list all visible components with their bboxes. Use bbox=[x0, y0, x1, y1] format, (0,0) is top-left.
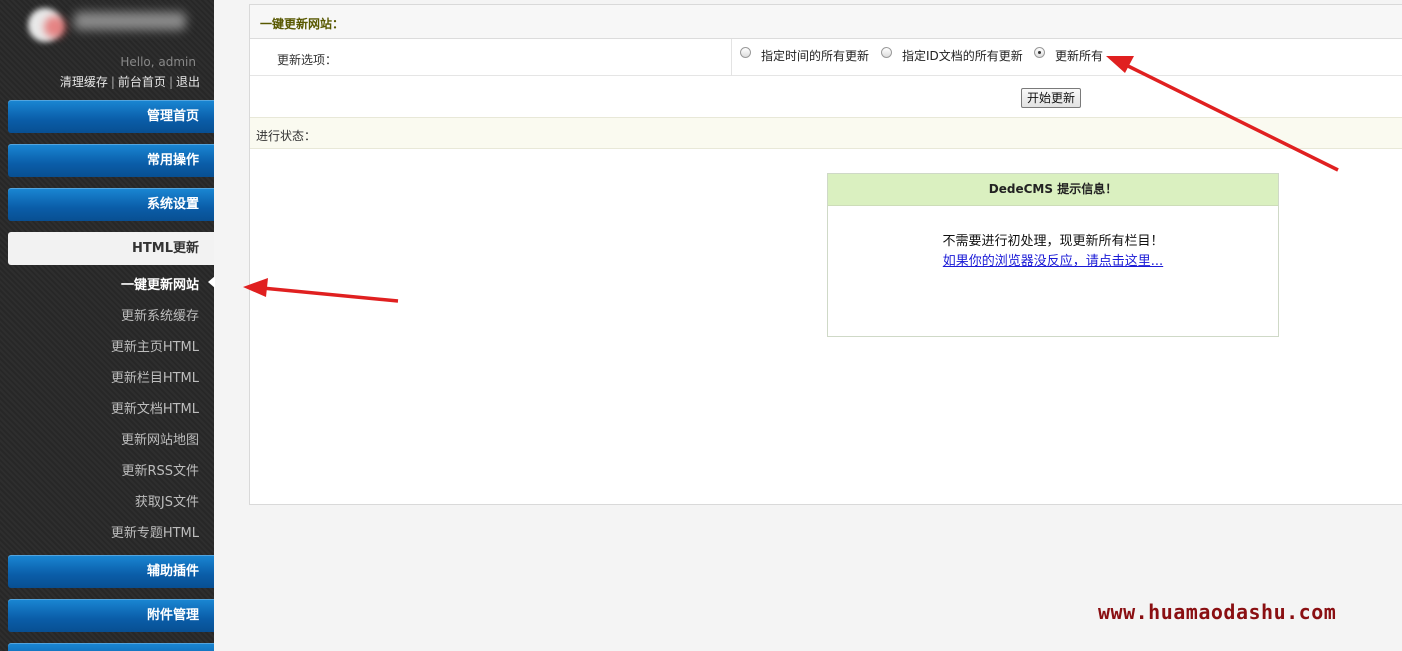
radio-button[interactable] bbox=[881, 47, 892, 58]
page-title: 一键更新网站： bbox=[260, 17, 345, 31]
menu-common-ops[interactable]: 常用操作 bbox=[8, 144, 214, 177]
message-title: DedeCMS 提示信息！ bbox=[828, 174, 1278, 206]
status-row: 进行状态： bbox=[250, 117, 1402, 149]
logout-link[interactable]: 退出 bbox=[176, 75, 200, 89]
current-item-pointer bbox=[208, 276, 215, 288]
sub-item-update-topic[interactable]: 更新专题HTML bbox=[111, 522, 199, 541]
action-row: 开始更新 bbox=[250, 77, 1402, 117]
sub-item-update-docs[interactable]: 更新文档HTML bbox=[111, 398, 199, 417]
main-panel: 一键更新网站： 更新选项： 指定时间的所有更新 指定ID文档的所有更新 更新所有… bbox=[249, 4, 1402, 505]
sub-item-update-sitemap[interactable]: 更新网站地图 bbox=[121, 429, 199, 448]
sub-item-get-js[interactable]: 获取JS文件 bbox=[135, 491, 199, 510]
clear-cache-link[interactable]: 清理缓存 bbox=[60, 75, 108, 89]
sub-item-update-cache[interactable]: 更新系统缓存 bbox=[121, 305, 199, 324]
menu-system-settings[interactable]: 系统设置 bbox=[8, 188, 214, 221]
greeting: Hello, admin bbox=[120, 55, 196, 69]
sidebar: Hello, admin 清理缓存 | 前台首页 | 退出 管理首页 常用操作 系统设置… bbox=[0, 0, 215, 651]
menu-attachments[interactable]: 附件管理 bbox=[8, 599, 214, 632]
logo bbox=[18, 2, 208, 48]
panel-header: 一键更新网站： bbox=[250, 5, 1402, 39]
menu-html-update[interactable]: HTML更新 bbox=[8, 232, 214, 265]
frontend-home-link[interactable]: 前台首页 bbox=[118, 75, 166, 89]
radio-button[interactable] bbox=[740, 47, 751, 58]
message-box: DedeCMS 提示信息！ 不需要进行初处理，现更新所有栏目！ 如果你的浏览器没… bbox=[827, 173, 1279, 337]
update-options-row: 更新选项： 指定时间的所有更新 指定ID文档的所有更新 更新所有 bbox=[250, 39, 1402, 76]
radio-time-updates[interactable]: 指定时间的所有更新 bbox=[740, 47, 869, 64]
menu-next-partial[interactable] bbox=[8, 643, 214, 651]
menu-admin-home[interactable]: 管理首页 bbox=[8, 100, 214, 133]
start-update-button[interactable]: 开始更新 bbox=[1021, 88, 1082, 108]
radio-id-updates[interactable]: 指定ID文档的所有更新 bbox=[881, 47, 1023, 64]
sub-item-update-column[interactable]: 更新栏目HTML bbox=[111, 367, 199, 386]
radio-update-all[interactable]: 更新所有 bbox=[1034, 47, 1103, 64]
status-label: 进行状态： bbox=[256, 129, 317, 143]
sub-item-update-home[interactable]: 更新主页HTML bbox=[111, 336, 199, 355]
radio-button-checked[interactable] bbox=[1034, 47, 1045, 58]
message-redirect-link[interactable]: 如果你的浏览器没反应，请点击这里... bbox=[828, 250, 1278, 269]
sub-item-one-click-update[interactable]: 一键更新网站 bbox=[121, 274, 199, 293]
message-text: 不需要进行初处理，现更新所有栏目！ bbox=[942, 234, 1164, 249]
watermark: www.huamaodashu.com bbox=[1098, 600, 1337, 624]
update-options-label: 更新选项： bbox=[277, 53, 338, 67]
quick-links: 清理缓存 | 前台首页 | 退出 bbox=[59, 75, 200, 89]
sub-item-update-rss[interactable]: 更新RSS文件 bbox=[121, 460, 199, 479]
menu-plugins[interactable]: 辅助插件 bbox=[8, 555, 214, 588]
